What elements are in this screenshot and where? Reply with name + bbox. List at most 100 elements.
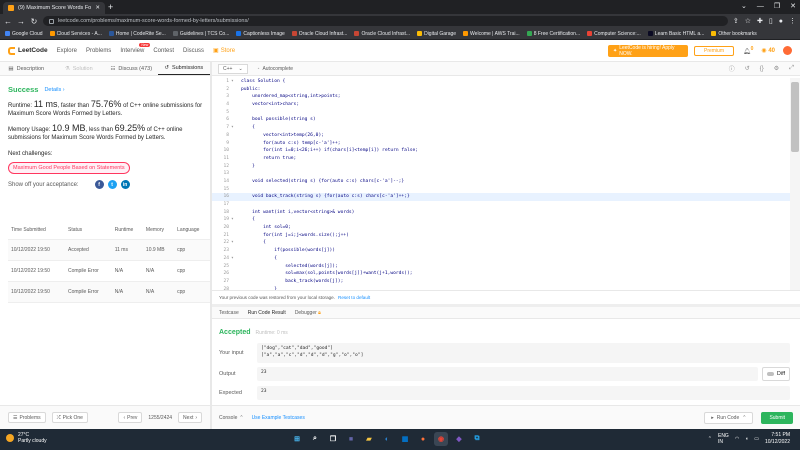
premium-button[interactable]: Premium: [694, 46, 734, 56]
cell-status[interactable]: Compile Error: [64, 260, 112, 282]
chat-icon[interactable]: ■: [344, 432, 358, 446]
wifi-icon[interactable]: ◠: [735, 436, 739, 442]
volume-icon[interactable]: ◖: [745, 436, 748, 442]
tab-run-code-result[interactable]: Run Code Result: [248, 310, 286, 316]
nav-contest[interactable]: Contest: [153, 48, 174, 54]
battery-icon[interactable]: ▭: [754, 436, 759, 442]
cell-status[interactable]: Compile Error: [64, 281, 112, 303]
nav-store[interactable]: ▣ Store: [213, 47, 235, 55]
address-bar[interactable]: leetcode.com/problems/maximum-score-word…: [43, 16, 728, 26]
twitter-icon[interactable]: t: [107, 180, 117, 189]
challenge-tag[interactable]: Maximum Good People Based on Statements: [8, 162, 130, 174]
bookmark-item[interactable]: Guidelines | TCS Co...: [172, 31, 229, 37]
problems-button[interactable]: ☰ Problems: [8, 412, 46, 423]
settings-icon[interactable]: ⚙: [774, 65, 779, 72]
bookmark-item[interactable]: Google Cloud: [5, 31, 43, 37]
coins[interactable]: ◉ 40: [761, 47, 775, 54]
hiring-promo-banner[interactable]: ✦ LeetCode is hiring! Apply NOW.: [608, 45, 688, 57]
file-explorer-icon[interactable]: ▰: [362, 432, 376, 446]
nav-interview[interactable]: Interview New: [120, 42, 151, 54]
chevron-down-icon[interactable]: ⌄: [741, 2, 747, 10]
reset-default-link[interactable]: Reset to default: [338, 295, 370, 300]
code-text: for(auto c:s) temp[c-'a']++;: [241, 140, 341, 146]
autocomplete-toggle[interactable]: ◦ Autocomplete: [258, 66, 293, 72]
nav-problems[interactable]: Problems: [86, 48, 111, 54]
share-icon[interactable]: ⇪: [733, 17, 739, 25]
braces-icon[interactable]: {}: [760, 66, 764, 72]
vscode-icon[interactable]: ⧉: [470, 432, 484, 446]
reload-icon[interactable]: ↻: [30, 17, 38, 26]
diff-toggle[interactable]: Diff: [762, 367, 790, 381]
star-icon[interactable]: ☆: [745, 17, 751, 25]
nav-discuss[interactable]: Discuss: [183, 48, 204, 54]
search-icon[interactable]: ⌕: [308, 432, 322, 446]
notification-bell-icon[interactable]: 🔔︎0: [743, 46, 753, 55]
bookmark-item[interactable]: Computer Science:...: [587, 31, 641, 37]
tab-solution[interactable]: ⚗ Solution: [53, 62, 106, 75]
bookmark-item[interactable]: Oracle Cloud Infrast...: [354, 31, 410, 37]
edge-icon[interactable]: ◐: [380, 432, 394, 446]
bookmark-item[interactable]: Welcome | AWS Trai...: [463, 31, 520, 37]
console-button[interactable]: Console ⌃: [219, 415, 244, 421]
profile-icon[interactable]: ●: [779, 18, 783, 25]
bookmark-item[interactable]: Cloud Services - A...: [49, 31, 102, 37]
code-text: void selected(string s) {for(auto c:s) c…: [241, 178, 405, 184]
details-link[interactable]: Details ›: [44, 86, 64, 94]
submit-button[interactable]: Submit: [761, 411, 793, 424]
extensions-icon[interactable]: ✚: [757, 17, 763, 25]
editor-scrollbar[interactable]: [790, 78, 800, 290]
language-select[interactable]: C++ ⌄: [218, 63, 248, 74]
scrollbar-thumb[interactable]: [791, 82, 799, 152]
bookmark-item[interactable]: Home | CodeRite Se...: [108, 31, 166, 37]
use-example-testcases-link[interactable]: Use Example Testcases: [252, 415, 305, 421]
store-app-icon[interactable]: ▦: [398, 432, 412, 446]
app-icon[interactable]: ◆: [452, 432, 466, 446]
next-button[interactable]: Next ›: [178, 412, 202, 423]
tab-description[interactable]: ▤ Description: [0, 62, 53, 75]
fullscreen-icon[interactable]: ⤢: [789, 65, 794, 72]
tab-debugger[interactable]: Debugger 🔒︎: [295, 310, 321, 316]
leetcode-logo[interactable]: LeetCode: [8, 46, 48, 55]
clock[interactable]: 7:51 PM 10/12/2022: [765, 432, 790, 445]
reset-icon[interactable]: ↺: [745, 65, 750, 72]
bookmark-item[interactable]: Captionless Image: [236, 31, 285, 37]
bookmark-item[interactable]: Other bookmarks: [711, 31, 757, 37]
tab-discuss[interactable]: ☷ Discuss (473): [105, 62, 158, 75]
run-code-button[interactable]: ▸ Run Code ⌃: [704, 411, 754, 424]
table-row[interactable]: 10/12/2022 19:50 Compile Error N/A N/A cpp: [8, 281, 210, 303]
bookmark-item[interactable]: 8 Free Certification...: [526, 31, 580, 37]
close-window-icon[interactable]: ✕: [790, 2, 796, 10]
new-tab-button[interactable]: +: [108, 2, 113, 12]
pick-one-button[interactable]: ⤮ Pick One: [51, 412, 88, 423]
info-icon[interactable]: ⓘ: [729, 64, 735, 73]
prev-button[interactable]: ‹ Prev: [118, 412, 143, 423]
linkedin-icon[interactable]: in: [120, 180, 130, 189]
task-view-icon[interactable]: ❐: [326, 432, 340, 446]
back-icon[interactable]: ←: [4, 17, 12, 26]
chrome-icon[interactable]: ◉: [434, 432, 448, 446]
avatar[interactable]: [783, 46, 792, 55]
weather-widget[interactable]: 27°C Partly cloudy: [6, 432, 47, 444]
menu-icon[interactable]: ⋮: [789, 17, 796, 25]
bookmark-item[interactable]: Learn Basic HTML a...: [647, 31, 704, 37]
cell-status[interactable]: Accepted: [64, 239, 112, 261]
maximize-icon[interactable]: ❐: [774, 2, 780, 10]
bookmark-item[interactable]: Oracle Cloud Infrast...: [291, 31, 347, 37]
bookmark-item[interactable]: Digital Garage: [417, 31, 456, 37]
minimize-icon[interactable]: —: [757, 3, 764, 10]
start-icon[interactable]: ⊞: [290, 432, 304, 446]
tab-submissions[interactable]: ↺ Submissions: [157, 62, 210, 75]
sidebar-icon[interactable]: ▯: [769, 17, 773, 25]
close-tab-icon[interactable]: ✕: [95, 5, 100, 11]
chevron-up-icon[interactable]: ⌃: [708, 436, 712, 442]
language-indicator[interactable]: ENG IN: [718, 433, 729, 445]
tab-testcase[interactable]: Testcase: [219, 310, 239, 316]
code-editor[interactable]: 1 ▾ class Solution {2 public: 3 unordered_ma…: [212, 78, 790, 290]
nav-explore[interactable]: Explore: [57, 48, 77, 54]
forward-icon[interactable]: →: [17, 17, 25, 26]
table-row[interactable]: 10/12/2022 19:50 Accepted 11 ms 10.9 MB cpp: [8, 239, 210, 261]
table-row[interactable]: 10/12/2022 19:50 Compile Error N/A N/A cpp: [8, 260, 210, 282]
browser-tab[interactable]: (9) Maximum Score Words Form ✕: [3, 2, 105, 14]
facebook-icon[interactable]: f: [94, 180, 104, 189]
firefox-icon[interactable]: ●: [416, 432, 430, 446]
